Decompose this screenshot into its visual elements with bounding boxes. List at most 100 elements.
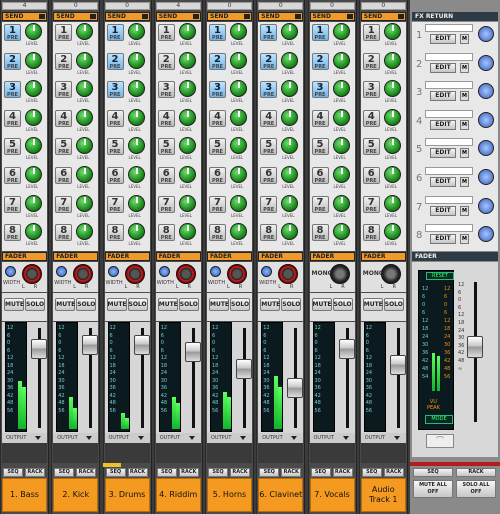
send-pre-button[interactable]: 2 PRE — [209, 52, 226, 70]
send-pre-button[interactable]: 1 PRE — [362, 24, 380, 41]
send-level-knob[interactable] — [383, 23, 401, 40]
solo-button[interactable]: SOLO — [178, 298, 199, 311]
chevron-down-icon[interactable] — [188, 436, 195, 440]
send-pre-button[interactable]: 4 PRE — [55, 109, 73, 127]
fx-return-level-knob[interactable] — [478, 226, 494, 243]
fx-return-level-knob[interactable] — [478, 169, 494, 185]
send-pre-button[interactable]: 5 PRE — [55, 138, 73, 156]
send-level-knob[interactable] — [127, 23, 145, 40]
solo-button[interactable]: SOLO — [281, 298, 302, 311]
send-header-toggle[interactable] — [244, 14, 250, 19]
send-pre-button[interactable]: 1 PRE — [157, 24, 175, 41]
fader-handle[interactable] — [287, 377, 304, 398]
send-level-knob[interactable] — [383, 108, 401, 126]
send-level-knob[interactable] — [383, 166, 401, 183]
send-header-toggle[interactable] — [192, 14, 199, 19]
send-pre-button[interactable]: 6 PRE — [209, 167, 226, 184]
fx-mute-button[interactable]: M — [460, 34, 469, 44]
master-seq-button[interactable]: SEQ — [413, 468, 453, 477]
track-name-label[interactable]: 2. Kick — [53, 478, 99, 512]
send-pre-button[interactable]: 2 PRE — [362, 52, 380, 70]
send-pre-button[interactable]: 8 PRE — [106, 224, 124, 242]
send-pre-button[interactable]: 3 PRE — [55, 81, 73, 99]
send-level-knob[interactable] — [127, 108, 145, 126]
send-level-knob[interactable] — [281, 166, 299, 183]
send-pre-button[interactable]: 1 PRE — [209, 24, 226, 41]
send-pre-button[interactable]: 8 PRE — [157, 224, 175, 242]
fx-return-name-field[interactable] — [425, 224, 473, 233]
fx-edit-button[interactable]: EDIT — [430, 62, 456, 73]
width-knob[interactable] — [107, 266, 119, 277]
fx-return-name-field[interactable] — [425, 109, 473, 118]
width-knob[interactable] — [158, 266, 170, 277]
send-pre-button[interactable]: 4 PRE — [157, 109, 175, 127]
send-pre-button[interactable]: 3 PRE — [209, 81, 226, 99]
mute-button[interactable]: MUTE — [362, 298, 383, 311]
fx-mute-button[interactable]: M — [460, 205, 469, 216]
send-level-knob[interactable] — [383, 80, 401, 98]
send-pre-button[interactable]: 1 PRE — [4, 24, 21, 41]
send-level-knob[interactable] — [127, 51, 145, 69]
send-pre-button[interactable]: 4 PRE — [311, 109, 329, 127]
fx-mute-button[interactable]: M — [460, 62, 469, 73]
send-level-knob[interactable] — [178, 23, 196, 40]
fx-return-name-field[interactable] — [425, 81, 473, 90]
rack-button[interactable]: RACK — [383, 468, 404, 477]
rack-button[interactable]: RACK — [230, 468, 250, 477]
output-selector[interactable]: OUTPUT — [53, 433, 99, 443]
send-level-knob[interactable] — [332, 166, 350, 183]
pan-knob[interactable] — [278, 264, 299, 284]
send-pre-button[interactable]: 6 PRE — [106, 167, 124, 184]
send-header-toggle[interactable] — [39, 14, 45, 19]
send-level-knob[interactable] — [178, 108, 196, 126]
send-level-knob[interactable] — [178, 51, 196, 69]
send-header-toggle[interactable] — [295, 14, 302, 19]
track-name-label[interactable]: Audio Track 1 — [360, 478, 406, 512]
pan-knob[interactable] — [22, 264, 42, 284]
send-pre-button[interactable]: 8 PRE — [362, 224, 380, 242]
send-level-knob[interactable] — [76, 223, 94, 241]
send-level-knob[interactable] — [332, 23, 350, 40]
rack-button[interactable]: RACK — [127, 468, 148, 477]
track-name-label[interactable]: 1. Bass — [2, 478, 47, 512]
send-pre-button[interactable]: 5 PRE — [260, 138, 278, 156]
send-pre-button[interactable]: 3 PRE — [362, 81, 380, 99]
send-pre-button[interactable]: 5 PRE — [209, 138, 226, 156]
send-pre-button[interactable]: 1 PRE — [260, 24, 278, 41]
fx-edit-button[interactable]: EDIT — [430, 177, 456, 187]
send-level-knob[interactable] — [230, 137, 247, 155]
solo-button[interactable]: SOLO — [383, 298, 404, 311]
mute-button[interactable]: MUTE — [106, 298, 127, 311]
send-level-knob[interactable] — [332, 80, 350, 98]
send-level-knob[interactable] — [230, 223, 247, 241]
send-level-knob[interactable] — [127, 166, 145, 183]
send-level-knob[interactable] — [127, 223, 145, 241]
pan-knob[interactable] — [73, 264, 94, 284]
fx-return-level-knob[interactable] — [478, 140, 494, 157]
fader-handle[interactable] — [184, 341, 201, 362]
send-pre-button[interactable]: 6 PRE — [55, 167, 73, 184]
send-level-knob[interactable] — [178, 137, 196, 155]
fx-edit-button[interactable]: EDIT — [430, 234, 456, 245]
send-level-knob[interactable] — [230, 108, 247, 126]
output-selector[interactable]: OUTPUT — [360, 433, 406, 443]
width-knob[interactable] — [5, 266, 16, 277]
send-level-knob[interactable] — [332, 108, 350, 126]
send-pre-button[interactable]: 4 PRE — [106, 109, 124, 127]
fx-mute-button[interactable]: M — [460, 177, 469, 187]
send-level-knob[interactable] — [383, 223, 401, 241]
send-level-knob[interactable] — [127, 194, 145, 212]
rack-button[interactable]: RACK — [76, 468, 97, 477]
chevron-down-icon[interactable] — [393, 436, 400, 440]
send-pre-button[interactable]: 8 PRE — [311, 224, 329, 242]
output-selector[interactable]: OUTPUT — [207, 433, 252, 443]
send-level-knob[interactable] — [25, 223, 42, 241]
pan-knob[interactable] — [124, 264, 145, 284]
fx-mute-button[interactable]: M — [460, 91, 469, 102]
track-name-label[interactable]: 5. Horns — [207, 478, 252, 512]
send-level-knob[interactable] — [127, 137, 145, 155]
seq-button[interactable]: SEQ — [208, 468, 228, 477]
send-pre-button[interactable]: 8 PRE — [260, 224, 278, 242]
fx-return-name-field[interactable] — [425, 195, 473, 204]
seq-button[interactable]: SEQ — [105, 468, 126, 477]
